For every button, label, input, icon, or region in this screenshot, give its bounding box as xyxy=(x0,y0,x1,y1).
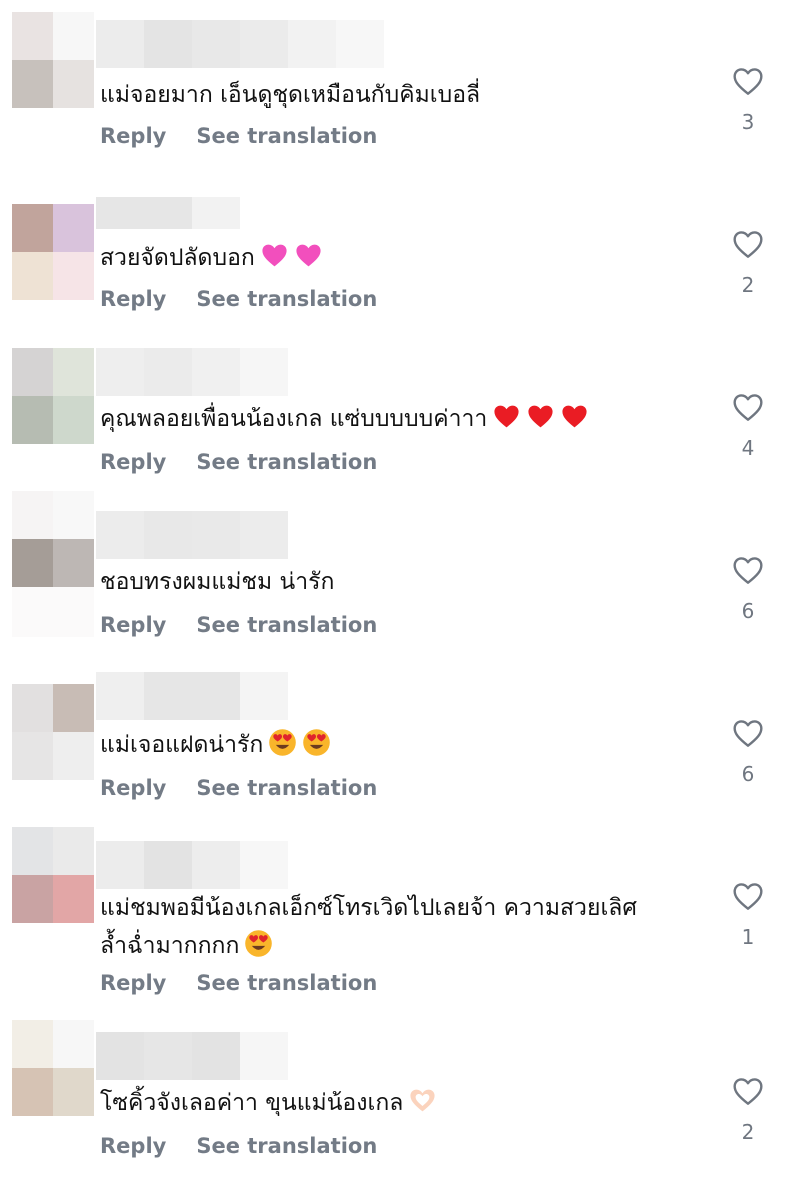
avatar[interactable] xyxy=(12,12,94,108)
username[interactable] xyxy=(96,1032,288,1080)
username-block xyxy=(192,197,240,229)
reply-button[interactable]: Reply xyxy=(100,613,166,637)
red-heart-emoji xyxy=(492,402,521,431)
username-block xyxy=(144,841,192,889)
comment-text: โซคิ้วจังเลอค่าา ขุนแม่น้องเกล xyxy=(100,1084,700,1122)
username[interactable] xyxy=(96,197,240,229)
username-block xyxy=(288,20,336,68)
heart-icon[interactable] xyxy=(732,229,764,259)
pink-heart-emoji xyxy=(260,241,289,270)
comment-text: แม่จอยมาก เอ็นดูชุดเหมือนกับคิมเบอลี่ xyxy=(100,82,481,108)
like-count: 3 xyxy=(741,110,755,134)
username-block xyxy=(240,672,288,720)
red-heart-emoji xyxy=(560,402,589,431)
username-block xyxy=(192,511,240,559)
username-block xyxy=(96,672,144,720)
reply-button[interactable]: Reply xyxy=(100,287,166,311)
see-translation-button[interactable]: See translation xyxy=(196,971,377,995)
like-count: 6 xyxy=(741,762,755,786)
username-block xyxy=(144,1032,192,1080)
reply-button[interactable]: Reply xyxy=(100,776,166,800)
heart-icon[interactable] xyxy=(732,392,764,422)
username[interactable] xyxy=(96,672,288,720)
username[interactable] xyxy=(96,841,288,889)
username-block xyxy=(144,672,192,720)
heart-icon[interactable] xyxy=(732,718,764,748)
avatar[interactable] xyxy=(12,204,94,300)
heart-icon[interactable] xyxy=(732,881,764,911)
reply-button[interactable]: Reply xyxy=(100,450,166,474)
comment-text: สวยจัดปลัดบอก xyxy=(100,239,700,277)
like-count: 6 xyxy=(741,599,755,623)
red-heart-emoji xyxy=(526,402,555,431)
see-translation-button[interactable]: See translation xyxy=(196,1134,377,1158)
see-translation-button[interactable]: See translation xyxy=(196,124,377,148)
comment-text: ชอบทรงผมแม่ชม น่ารัก xyxy=(100,569,335,595)
username-block xyxy=(96,197,144,229)
username-block xyxy=(96,841,144,889)
comment-text: แม่ชมพอมีน้องเกลเอ็กซ์โทรเวิดไปเลยจ้า คว… xyxy=(100,895,637,959)
avatar[interactable] xyxy=(12,827,94,923)
username-block xyxy=(96,20,144,68)
heart-eyes-emoji xyxy=(244,929,273,958)
username-block xyxy=(192,672,240,720)
like-count: 2 xyxy=(741,273,755,297)
username-block xyxy=(240,841,288,889)
username[interactable] xyxy=(96,348,288,396)
reply-button[interactable]: Reply xyxy=(100,1134,166,1158)
comment-text: แม่เจอแฝดน่ารัก xyxy=(100,726,700,764)
username-block xyxy=(240,511,288,559)
like-count: 4 xyxy=(741,436,755,460)
reply-button[interactable]: Reply xyxy=(100,124,166,148)
username-block xyxy=(240,1032,288,1080)
see-translation-button[interactable]: See translation xyxy=(196,287,377,311)
see-translation-button[interactable]: See translation xyxy=(196,776,377,800)
username-block xyxy=(192,841,240,889)
username-block xyxy=(96,348,144,396)
username-block xyxy=(336,20,384,68)
heart-icon[interactable] xyxy=(732,1076,764,1106)
username-block xyxy=(144,197,192,229)
username-block xyxy=(192,348,240,396)
like-count: 1 xyxy=(741,925,755,949)
see-translation-button[interactable]: See translation xyxy=(196,613,377,637)
like-count: 2 xyxy=(741,1120,755,1144)
pink-heart-emoji xyxy=(294,241,323,270)
username[interactable] xyxy=(96,511,288,559)
username-block xyxy=(192,20,240,68)
avatar[interactable] xyxy=(12,491,94,637)
username-block xyxy=(192,1032,240,1080)
username-block xyxy=(240,20,288,68)
heart-eyes-emoji xyxy=(302,728,331,757)
avatar[interactable] xyxy=(12,684,94,780)
comment-text: คุณพลอยเพื่อนน้องเกล แซ่บบบบบค่าาา xyxy=(100,400,700,438)
heart-hands-emoji xyxy=(408,1086,437,1115)
reply-button[interactable]: Reply xyxy=(100,971,166,995)
username-block xyxy=(144,511,192,559)
username-block xyxy=(96,511,144,559)
heart-icon[interactable] xyxy=(732,555,764,585)
username-block xyxy=(144,20,192,68)
username[interactable] xyxy=(96,20,384,68)
see-translation-button[interactable]: See translation xyxy=(196,450,377,474)
heart-icon[interactable] xyxy=(732,66,764,96)
avatar[interactable] xyxy=(12,348,94,444)
username-block xyxy=(96,1032,144,1080)
username-block xyxy=(240,348,288,396)
avatar[interactable] xyxy=(12,1020,94,1116)
heart-eyes-emoji xyxy=(268,728,297,757)
username-block xyxy=(144,348,192,396)
